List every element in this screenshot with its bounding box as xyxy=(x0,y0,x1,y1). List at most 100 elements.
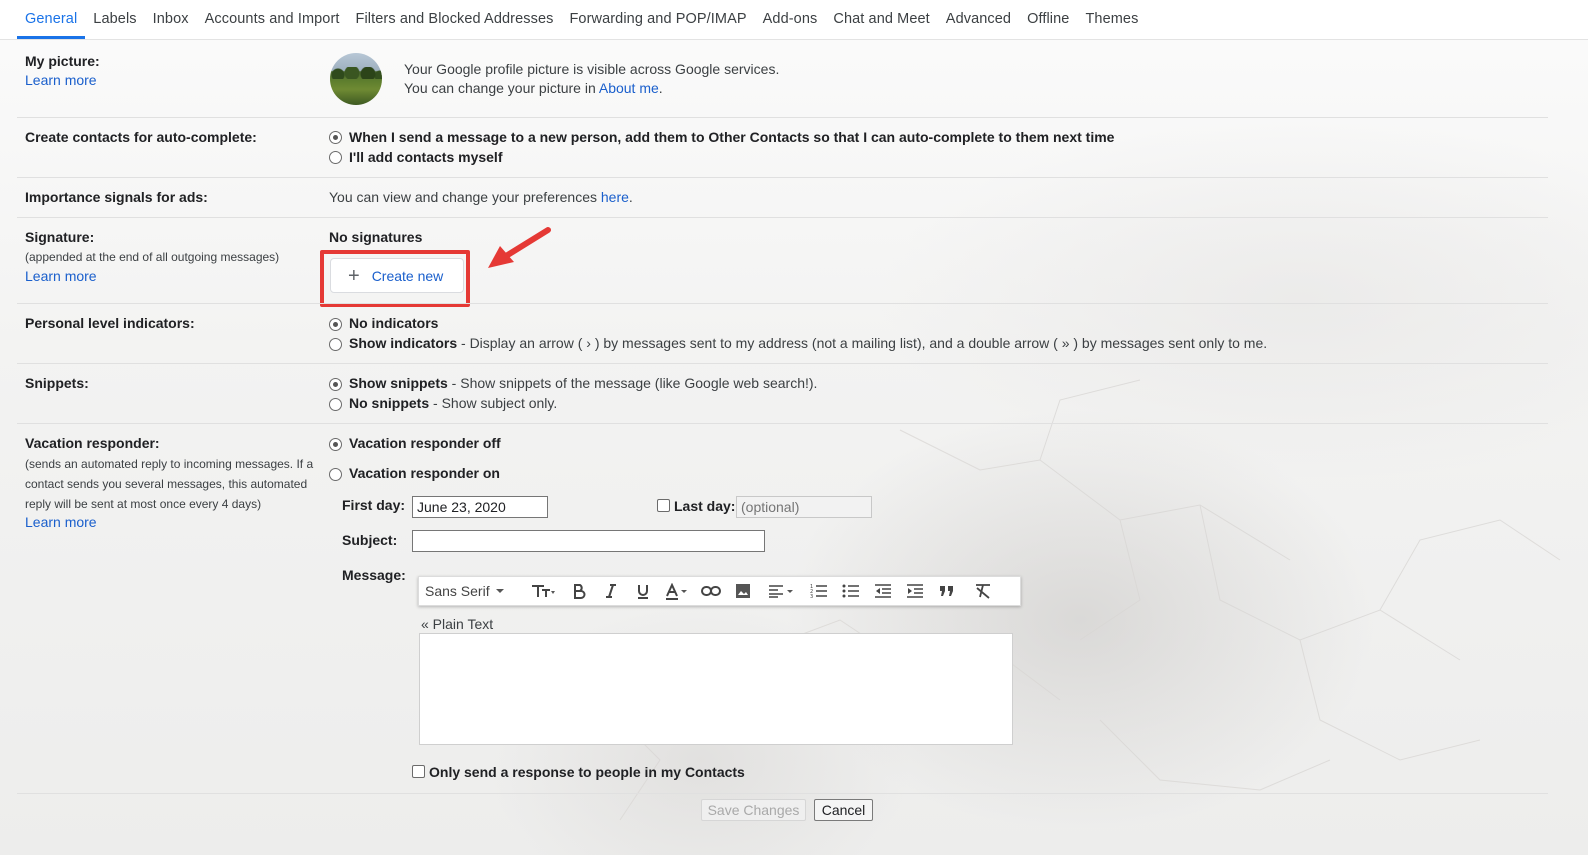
personal-level-label: Personal level indicators: xyxy=(25,315,195,331)
no-snippets-radio[interactable] xyxy=(329,398,342,411)
picture-change-text: You can change your picture in About me. xyxy=(404,80,663,96)
snippets-label: Snippets: xyxy=(25,375,89,391)
divider xyxy=(17,423,1548,424)
align-icon[interactable] xyxy=(759,578,803,604)
vacation-on-label: Vacation responder on xyxy=(349,465,500,481)
font-family-dropdown[interactable]: Sans Serif xyxy=(425,578,523,604)
tab-forwarding[interactable]: Forwarding and POP/IMAP xyxy=(561,11,754,39)
quote-icon[interactable] xyxy=(931,578,963,604)
profile-picture-avatar[interactable] xyxy=(330,53,382,105)
signature-sublabel: (appended at the end of all outgoing mes… xyxy=(25,250,280,264)
tab-inbox[interactable]: Inbox xyxy=(145,11,197,39)
font-family-value: Sans Serif xyxy=(425,583,490,599)
tab-accounts-and-import[interactable]: Accounts and Import xyxy=(197,11,348,39)
signature-learn-more-link[interactable]: Learn more xyxy=(25,268,97,284)
autocomplete-label: Create contacts for auto-complete: xyxy=(25,129,257,145)
plain-text-link[interactable]: « Plain Text xyxy=(421,616,493,632)
ads-importance-label: Importance signals for ads: xyxy=(25,189,208,205)
divider xyxy=(17,217,1548,218)
last-day-input[interactable] xyxy=(736,496,872,518)
ads-text-suffix: . xyxy=(628,189,633,205)
my-picture-learn-more-link[interactable]: Learn more xyxy=(25,72,97,88)
divider xyxy=(17,177,1548,178)
tab-chat-and-meet[interactable]: Chat and Meet xyxy=(825,11,937,39)
indent-more-icon[interactable] xyxy=(899,578,931,604)
create-new-label: Create new xyxy=(371,267,444,284)
autocomplete-option-manual-radio[interactable] xyxy=(329,151,342,164)
divider xyxy=(17,117,1548,118)
subject-label: Subject: xyxy=(342,532,398,548)
divider xyxy=(17,303,1548,304)
picture-change-prefix: You can change your picture in xyxy=(404,80,599,96)
autocomplete-option-manual-label: I'll add contacts myself xyxy=(349,149,503,165)
font-size-icon[interactable] xyxy=(523,578,563,604)
vacation-on-radio[interactable] xyxy=(329,468,342,481)
indent-less-icon[interactable] xyxy=(867,578,899,604)
show-indicators-desc: - Display an arrow ( › ) by messages sen… xyxy=(457,335,1268,351)
vacation-sublabel-line-3: reply will be sent at most once every 4 … xyxy=(25,497,262,511)
svg-text:3: 3 xyxy=(810,594,813,599)
numbered-list-icon[interactable]: 123 xyxy=(803,578,835,604)
show-indicators-bold: Show indicators xyxy=(349,335,458,351)
signature-status: No signatures xyxy=(329,229,423,245)
divider xyxy=(17,363,1548,364)
message-label: Message: xyxy=(342,567,406,583)
bold-icon[interactable] xyxy=(563,578,595,604)
italic-icon[interactable] xyxy=(595,578,627,604)
no-indicators-label: No indicators xyxy=(349,315,439,331)
vacation-learn-more-link[interactable]: Learn more xyxy=(25,514,97,530)
no-snippets-bold: No snippets xyxy=(349,395,430,411)
text-color-icon[interactable] xyxy=(659,578,695,604)
contacts-only-label: Only send a response to people in my Con… xyxy=(429,764,745,780)
ads-preferences-here-link[interactable]: here xyxy=(601,189,629,205)
show-snippets-radio[interactable] xyxy=(329,378,342,391)
tab-general[interactable]: General xyxy=(17,11,86,39)
autocomplete-option-other-contacts-label: When I send a message to a new person, a… xyxy=(349,129,1115,145)
show-snippets-desc: - Show snippets of the message (like Goo… xyxy=(447,375,818,391)
tab-labels[interactable]: Labels xyxy=(85,11,144,39)
insert-image-icon[interactable] xyxy=(727,578,759,604)
show-indicators-radio[interactable] xyxy=(329,338,342,351)
my-picture-label: My picture: xyxy=(25,53,100,69)
tab-offline[interactable]: Offline xyxy=(1019,11,1077,39)
about-me-link[interactable]: About me xyxy=(599,80,659,96)
save-changes-button[interactable]: Save Changes xyxy=(701,799,806,821)
vacation-sublabel-line-2: contact sends you several messages, this… xyxy=(25,477,308,491)
show-snippets-label: Show snippets - Show snippets of the mes… xyxy=(349,375,817,391)
remove-formatting-icon[interactable] xyxy=(963,578,1003,604)
formatting-toolbar: Sans Serif 123 xyxy=(418,576,1021,606)
last-day-label: Last day: xyxy=(674,498,736,514)
first-day-input[interactable] xyxy=(412,496,548,518)
picture-info-text: Your Google profile picture is visible a… xyxy=(404,61,780,77)
ads-preferences-text: You can view and change your preferences… xyxy=(329,189,633,205)
vacation-off-label: Vacation responder off xyxy=(349,435,501,451)
no-indicators-radio[interactable] xyxy=(329,318,342,331)
settings-page: General Labels Inbox Accounts and Import… xyxy=(0,0,1588,855)
underline-icon[interactable] xyxy=(627,578,659,604)
show-indicators-label: Show indicators - Display an arrow ( › )… xyxy=(349,335,1267,351)
show-snippets-bold: Show snippets xyxy=(349,375,448,391)
red-arrow-icon xyxy=(488,227,551,268)
autocomplete-option-other-contacts-radio[interactable] xyxy=(329,131,342,144)
ads-text-prefix: You can view and change your preferences xyxy=(329,189,601,205)
tab-filters[interactable]: Filters and Blocked Addresses xyxy=(348,11,562,39)
picture-change-suffix: . xyxy=(658,80,663,96)
contacts-only-checkbox[interactable] xyxy=(412,765,425,778)
plus-icon: + xyxy=(348,264,360,287)
create-new-signature-button[interactable]: + Create new xyxy=(330,258,464,293)
tab-add-ons[interactable]: Add-ons xyxy=(755,11,826,39)
bulleted-list-icon[interactable] xyxy=(835,578,867,604)
vacation-sublabel-line-1: (sends an automated reply to incoming me… xyxy=(25,457,314,471)
vacation-off-radio[interactable] xyxy=(329,438,342,451)
cancel-button[interactable]: Cancel xyxy=(814,799,873,821)
link-icon[interactable] xyxy=(695,578,727,604)
tab-themes[interactable]: Themes xyxy=(1077,11,1146,39)
no-snippets-label: No snippets - Show subject only. xyxy=(349,395,557,411)
last-day-checkbox[interactable] xyxy=(657,499,670,512)
no-snippets-desc: - Show subject only. xyxy=(429,395,558,411)
subject-input[interactable] xyxy=(412,530,765,552)
message-body-editor[interactable] xyxy=(419,633,1013,745)
divider xyxy=(17,793,1548,794)
signature-label: Signature: xyxy=(25,229,95,245)
tab-advanced[interactable]: Advanced xyxy=(938,11,1019,39)
